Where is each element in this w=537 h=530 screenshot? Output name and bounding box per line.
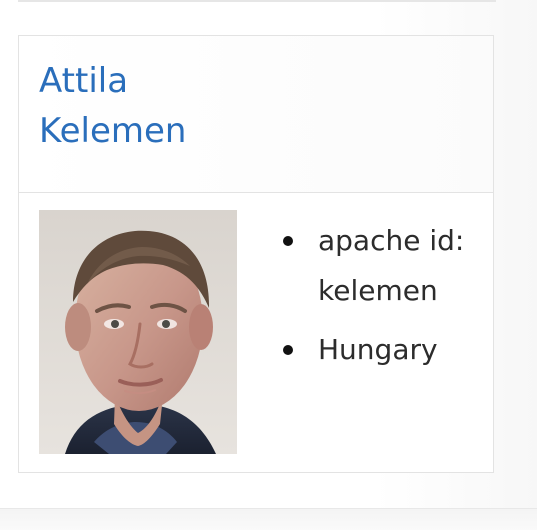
top-divider	[18, 0, 496, 2]
profile-photo	[39, 210, 237, 454]
card-header: Attila Kelemen	[19, 36, 493, 193]
apache-id-text: apache id: kelemen	[318, 224, 465, 307]
country-item: Hungary	[278, 325, 488, 375]
bottom-divider	[0, 508, 537, 530]
bullet-icon	[283, 236, 293, 246]
country-text: Hungary	[318, 333, 438, 366]
member-details-list: apache id: kelemen Hungary	[278, 216, 488, 384]
bullet-icon	[283, 345, 293, 355]
member-name-link[interactable]: Attila Kelemen	[39, 56, 259, 156]
apache-id-item: apache id: kelemen	[278, 216, 488, 316]
member-card: Attila Kelemen apache id: kelemen Hungar…	[18, 35, 494, 473]
member-page: Attila Kelemen apache id: kelemen Hungar…	[0, 0, 537, 530]
